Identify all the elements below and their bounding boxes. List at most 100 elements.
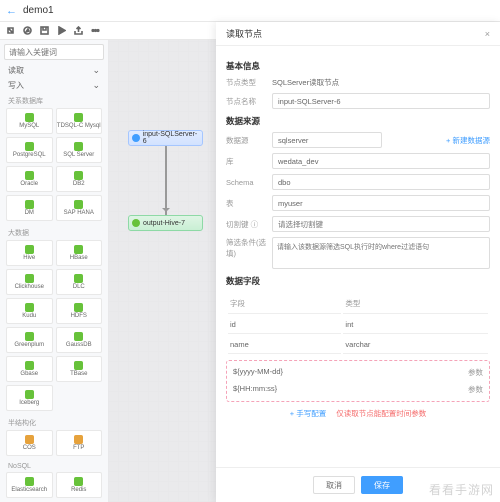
save-icon[interactable] [40,26,49,35]
palette-node[interactable]: DM [6,195,53,221]
palette-node-label: TBase [70,371,87,377]
cancel-button[interactable]: 取消 [313,476,355,494]
palette-node[interactable]: Kudu [6,298,53,324]
palette-node[interactable]: Gbase [6,356,53,382]
palette-node[interactable]: HBase [56,240,103,266]
param-box: ${yyyy-MM-dd}参数${HH:mm:ss}参数 [226,360,490,402]
page-title: demo1 [23,5,54,16]
palette-node-label: Iceberg [19,400,39,406]
close-icon[interactable]: × [485,29,490,39]
nav-icon[interactable] [6,26,15,35]
palette-node-label: Oracle [20,181,38,187]
play-icon[interactable] [57,26,66,35]
group-label: 半结构化 [4,415,104,430]
panel-title: 读取节点 [226,27,262,40]
palette-node[interactable]: TDSQL-C Mysql [56,108,103,134]
fields-table: 字段 类型 idint namevarchar [226,292,490,356]
label-schema: Schema [226,178,266,187]
input-node-name[interactable] [272,93,490,109]
value-node-type: SQLServer读取节点 [272,77,339,88]
node-label: output-Hive-7 [143,220,185,227]
palette-node[interactable]: Redis [56,472,103,498]
palette-node[interactable]: HDFS [56,298,103,324]
palette-node[interactable]: DLC [56,269,103,295]
accordion-read[interactable]: 读取 [4,63,104,78]
select-schema[interactable] [272,174,490,190]
node-dot-icon [132,219,140,227]
search-input[interactable] [4,44,104,60]
palette-node-label: GaussDB [66,342,92,348]
group-label: 大数据 [4,225,104,240]
node-type-icon [25,171,34,180]
palette-node[interactable]: GaussDB [56,327,103,353]
palette-node-label: Clickhouse [15,284,44,290]
palette-node[interactable]: SAP HANA [56,195,103,221]
section-source: 数据来源 [226,115,490,127]
more-icon[interactable] [91,26,100,35]
link-restore[interactable]: 仅读取节点能配置时间参数 [336,408,426,419]
node-label: input-SQLServer-6 [143,131,199,145]
node-type-icon [25,332,34,341]
node-type-icon [25,200,34,209]
node-type-icon [25,361,34,370]
param-row[interactable]: ${HH:mm:ss}参数 [227,381,489,398]
palette-node[interactable]: Iceberg [6,385,53,411]
palette-node[interactable]: FTP [56,430,103,456]
node-type-icon [74,200,83,209]
node-type-icon [74,303,83,312]
accordion-write[interactable]: 写入 [4,78,104,93]
save-button[interactable]: 保存 [361,476,403,494]
link-add-field[interactable]: + 手写配置 [290,408,326,419]
node-input-sqlserver[interactable]: input-SQLServer-6 [128,130,203,146]
col-type: 类型 [343,294,488,314]
palette-node[interactable]: Clickhouse [6,269,53,295]
palette-node[interactable]: COS [6,430,53,456]
palette-node[interactable]: TBase [56,356,103,382]
table-row[interactable]: idint [228,316,488,334]
label-table: 表 [226,198,266,209]
palette-node[interactable]: MySQL [6,108,53,134]
palette-node[interactable]: Oracle [6,166,53,192]
palette-node[interactable]: DB2 [56,166,103,192]
param-row[interactable]: ${yyyy-MM-dd}参数 [227,364,489,381]
share-icon[interactable] [74,26,83,35]
col-field: 字段 [228,294,341,314]
node-type-icon [25,477,34,486]
edge-arrow-icon [165,146,167,215]
node-type-icon [25,142,34,151]
palette-node-label: DLC [73,284,85,290]
label-database: 库 [226,156,266,167]
node-type-icon [25,435,34,444]
textarea-condition[interactable] [272,237,490,269]
back-icon[interactable]: ← [6,5,17,17]
input-splitkey[interactable] [272,216,490,232]
config-panel: 读取节点 × 基本信息 节点类型 SQLServer读取节点 节点名称 数据来源… [216,22,500,502]
label-condition: 筛选条件(选填) [226,237,266,259]
palette-node-label: Kudu [22,313,36,319]
node-type-icon [74,477,83,486]
compass-icon[interactable] [23,26,32,35]
palette-node-label: DB2 [73,181,85,187]
palette-node[interactable]: Greenplum [6,327,53,353]
link-new-datasource[interactable]: + 新建数据源 [446,135,490,146]
palette-node[interactable]: SQL Server [56,137,103,163]
cell-field: name [228,336,341,354]
node-output-hive[interactable]: output-Hive-7 [128,215,203,231]
cell-type: 参数 [468,367,483,378]
palette-node-label: Elasticsearch [11,487,47,493]
palette-node-label: SQL Server [63,152,94,158]
select-database[interactable] [272,153,490,169]
table-row[interactable]: namevarchar [228,336,488,354]
label-node-type: 节点类型 [226,77,266,88]
group-label: NoSQL [4,460,104,472]
node-type-icon [74,142,83,151]
cell-field: ${yyyy-MM-dd} [233,367,468,378]
palette-node-label: FTP [73,445,84,451]
select-table[interactable] [272,195,490,211]
palette-node[interactable]: Elasticsearch [6,472,53,498]
palette-node-label: TDSQL-C Mysql [57,123,101,129]
palette-node[interactable]: PostgreSQL [6,137,53,163]
watermark: 看看手游网 [429,481,494,498]
palette-node[interactable]: Hive [6,240,53,266]
select-datasource[interactable] [272,132,382,148]
